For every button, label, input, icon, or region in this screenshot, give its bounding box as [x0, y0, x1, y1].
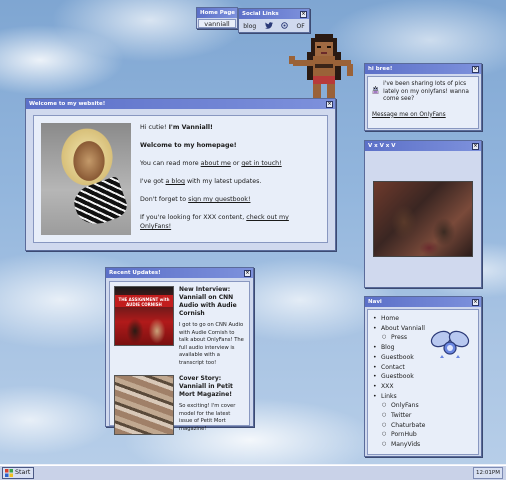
home-page-window[interactable]: Home Page vanniall [196, 7, 238, 29]
nav-item-links[interactable]: Links [372, 392, 474, 402]
windows-logo-icon [5, 469, 13, 477]
post-title[interactable]: New Interview: Vanniall on CNN Audio wit… [179, 286, 245, 318]
navi-panel: Home About Vanniall Press Blog Guestbook… [367, 309, 479, 455]
clock: 12:01PM [473, 467, 503, 479]
close-icon[interactable]: × [300, 10, 307, 18]
update-post[interactable]: Cover Story: Vanniall in Petit Mort Maga… [114, 375, 245, 435]
message-title: hi bree! [368, 66, 393, 72]
chaturbate-icon[interactable] [281, 22, 288, 31]
welcome-line-onlyfans: If you're looking for XXX content, check… [140, 214, 289, 230]
nav-item-twitter[interactable]: Twitter [372, 411, 474, 421]
message-titlebar: hi bree! × [365, 64, 481, 74]
nav-item-pornhub[interactable]: PornHub [372, 430, 474, 440]
post-thumbnail[interactable]: THE ASSIGNMENT with AUDIE CORNISH [114, 286, 174, 346]
navi-window[interactable]: Navi × Home About Vanniall Press Blog Gu… [364, 296, 482, 457]
nav-item-xxx[interactable]: XXX [372, 382, 474, 392]
nav-item-guestbook-2[interactable]: Guestbook [372, 372, 474, 382]
message-window[interactable]: hi bree! × i've been sharing lots of pic… [364, 63, 482, 131]
recent-updates-window[interactable]: Recent Updates! × THE ASSIGNMENT with AU… [105, 267, 254, 435]
taskbar: Start 12:01PM [0, 464, 506, 480]
start-label: Start [15, 469, 31, 476]
post-thumbnail[interactable] [114, 375, 174, 435]
post-body: I got to go on CNN Audio with Audie Corn… [179, 322, 244, 366]
thumbnail-caption: THE ASSIGNMENT with AUDIE CORNISH [118, 297, 170, 307]
nav-item-home[interactable]: Home [372, 314, 474, 324]
navi-title: Navi [368, 299, 382, 305]
recent-updates-title: Recent Updates! [109, 270, 161, 276]
social-blog-link[interactable]: blog [243, 23, 256, 30]
social-onlyfans-link[interactable]: OF [297, 23, 305, 30]
post-body: So exciting! I'm cover model for the lat… [179, 403, 236, 432]
welcome-line-about: You can read more about me or get in tou… [140, 160, 282, 167]
home-page-titlebar: Home Page [197, 8, 237, 18]
welcome-title: Welcome to my website! [29, 101, 106, 107]
message-onlyfans-link[interactable]: Message me on OnlyFans [372, 112, 474, 120]
close-icon[interactable]: × [472, 142, 479, 150]
post-title[interactable]: Cover Story: Vanniall in Petit Mort Maga… [179, 375, 245, 399]
photo-window[interactable]: V x V x V × [364, 140, 482, 288]
robot-icon [372, 85, 379, 94]
home-name[interactable]: vanniall [198, 19, 236, 28]
update-post[interactable]: THE ASSIGNMENT with AUDIE CORNISH New In… [114, 286, 245, 367]
nav-item-onlyfans[interactable]: OnlyFans [372, 401, 474, 411]
nav-item-chaturbate[interactable]: Chaturbate [372, 421, 474, 431]
close-icon[interactable]: × [244, 269, 251, 277]
welcome-greeting: Hi cutie! I'm Vanniall! [140, 124, 213, 131]
recent-updates-panel: THE ASSIGNMENT with AUDIE CORNISH New In… [109, 281, 250, 435]
nav-item-manyvids[interactable]: ManyVids [372, 440, 474, 450]
navi-titlebar: Navi × [365, 297, 481, 307]
about-me-link[interactable]: about me [201, 160, 231, 167]
welcome-titlebar: Welcome to my website! × [26, 99, 335, 109]
profile-photo [41, 123, 131, 235]
welcome-panel: Hi cutie! I'm Vanniall! Welcome to my ho… [33, 115, 328, 243]
message-text: i've been sharing lots of pics lately on… [383, 81, 469, 102]
social-links-titlebar: Social Links × [239, 9, 309, 19]
recent-updates-titlebar: Recent Updates! × [106, 268, 253, 278]
twitter-icon[interactable] [264, 22, 273, 31]
welcome-line-blog: I've got a blog with my latest updates. [140, 178, 262, 185]
gallery-photo [373, 181, 473, 257]
close-icon[interactable]: × [472, 298, 479, 306]
social-links-title: Social Links [242, 11, 279, 17]
start-button[interactable]: Start [2, 467, 34, 479]
close-icon[interactable]: × [326, 100, 333, 108]
social-links-window[interactable]: Social Links × blog OF [238, 8, 310, 33]
get-in-touch-link[interactable]: get in touch! [241, 160, 281, 167]
welcome-window[interactable]: Welcome to my website! × Hi cutie! I'm V… [25, 98, 336, 251]
welcome-line-guestbook: Don't forget to sign my guestbook! [140, 196, 251, 203]
blog-link[interactable]: a blog [166, 178, 185, 185]
guestbook-link[interactable]: sign my guestbook! [188, 196, 250, 203]
photo-window-title: V x V x V [368, 143, 396, 149]
photo-titlebar: V x V x V × [365, 141, 481, 151]
close-icon[interactable]: × [472, 65, 479, 73]
fairy-icon [430, 330, 470, 358]
message-panel: i've been sharing lots of pics lately on… [367, 76, 479, 129]
welcome-heading: Welcome to my homepage! [140, 142, 237, 149]
